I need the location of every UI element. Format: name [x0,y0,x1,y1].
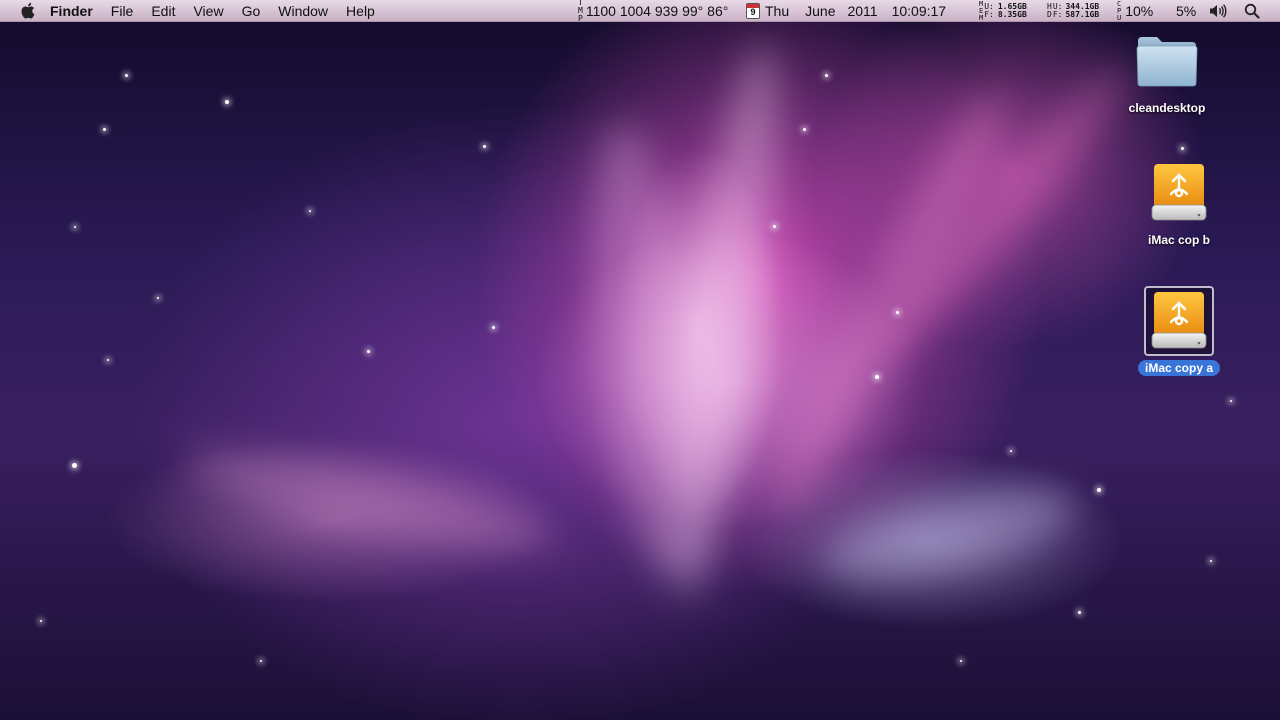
memory-status[interactable]: M E M U: F: 1.65GB 8.35GB [979,0,1027,22]
hd-letter: D [1047,10,1052,19]
star [896,311,899,314]
star [492,326,495,329]
clock-day: Thu [765,3,790,19]
desktop-icon-cleandesktop[interactable]: cleandesktop [1112,26,1222,116]
star [1230,400,1232,402]
hd-label: H D [1047,3,1052,19]
cpu-status[interactable]: C P U 10% [1117,0,1153,22]
mem-letter: M [979,13,984,22]
hd-free-label: F: [1052,10,1063,19]
temp-letter: P [578,14,583,23]
sensors-status[interactable]: T M P 1100 1004 939 99° 86° [578,0,729,23]
volume-icon[interactable] [1209,0,1227,22]
wallpaper-ray [863,48,1147,372]
wallpaper-ray [177,431,563,569]
apple-icon[interactable] [19,2,35,19]
star [875,375,879,379]
star [1097,488,1101,492]
star [72,463,77,468]
clock-status[interactable]: 9 Thu June 2011 10:09:17 [746,0,946,22]
star [803,128,806,131]
temp-label: T M P [578,0,583,23]
star [103,128,106,131]
clock-year: 2011 [847,3,878,19]
cpu-percent: 10% [1125,3,1154,19]
star [74,226,76,228]
star [40,620,42,622]
folder-icon[interactable] [1132,26,1202,96]
star [367,350,370,353]
desktop-icon-label: iMac cop b [1147,233,1210,247]
star [1181,147,1184,150]
star [483,145,486,148]
firewire-drive-icon[interactable] [1144,286,1214,356]
desktop-icon-imac-copy-a[interactable]: iMac copy a [1124,286,1234,376]
hd-values: 344.1GB 587.1GB [1065,3,1099,19]
menu-view[interactable]: View [184,0,232,22]
hd-key-labels: U: F: [1053,3,1063,19]
sensor-readings: 1100 1004 939 99° 86° [585,3,729,19]
star [1010,450,1012,452]
disk-status[interactable]: H D U: F: 344.1GB 587.1GB [1047,0,1099,22]
menu-help[interactable]: Help [337,0,384,22]
star [1078,611,1081,614]
star [225,100,229,104]
hd-free-value: 587.1GB [1065,10,1100,19]
clock-month: June [805,3,836,19]
menu-file[interactable]: File [102,0,143,22]
wallpaper-ray [750,74,1030,526]
mem-free-value: 8.35GB [997,10,1027,19]
star [773,225,776,228]
calendar-icon: 9 [746,3,760,19]
desktop-icon-label: iMac copy a [1137,360,1221,376]
star [125,74,128,77]
menu-edit[interactable]: Edit [142,0,184,22]
star [960,660,962,662]
star [260,660,262,662]
wallpaper-ray [576,116,714,584]
cpu-letter: U [1117,13,1122,22]
menu-go[interactable]: Go [233,0,270,22]
star [157,297,159,299]
desktop[interactable]: Finder File Edit View Go Window Help T M… [0,0,1280,720]
clock-time: 10:09:17 [891,3,947,19]
search-icon[interactable] [1244,0,1260,22]
cpu-label: C P U [1117,0,1122,22]
firewire-drive-icon[interactable] [1144,158,1214,228]
star [107,359,109,361]
menu-bar: Finder File Edit View Go Window Help T M… [0,0,1280,23]
star [309,210,311,212]
mem-label: M E M [979,0,984,22]
mem-values: 1.65GB 8.35GB [998,3,1027,19]
star [825,74,828,77]
desktop-icon-imac-cop-b[interactable]: iMac cop b [1124,158,1234,248]
battery-percent: 5% [1176,3,1197,19]
battery-status[interactable]: 5% [1176,0,1196,22]
menu-window[interactable]: Window [269,0,337,22]
mem-key-labels: U: F: [984,3,994,19]
wallpaper-ray [815,469,1085,601]
star [1210,560,1212,562]
mem-free-label: F: [984,10,994,19]
desktop-icon-label: cleandesktop [1128,101,1206,115]
wallpaper-ray [651,37,799,603]
menu-app-finder[interactable]: Finder [50,0,102,22]
